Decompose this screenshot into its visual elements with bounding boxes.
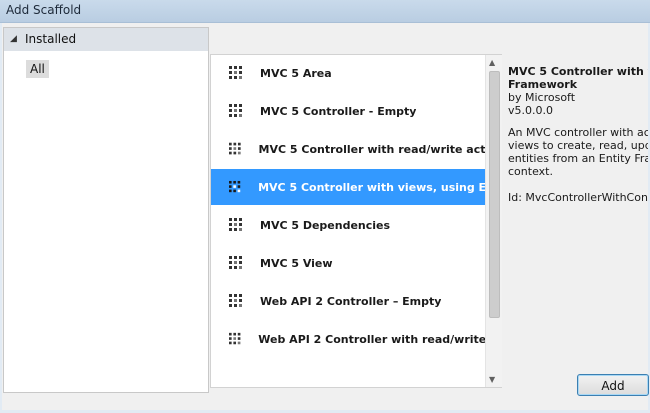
tree-node-installed[interactable]: ◢ Installed <box>4 28 208 51</box>
list-scrollbar[interactable]: ▲ ▼ <box>485 55 502 387</box>
scaffold-grid-icon <box>229 332 241 345</box>
scaffold-grid-icon <box>229 104 242 117</box>
category-tree: ◢ Installed All <box>3 27 209 393</box>
list-item-label: MVC 5 View <box>260 256 333 270</box>
title-bar: Add Scaffold <box>0 0 650 23</box>
scrollbar-thumb[interactable] <box>489 71 500 318</box>
list-item-mvc5-dependencies[interactable]: MVC 5 Dependencies <box>211 207 485 243</box>
list-item-mvc5-area[interactable]: MVC 5 Area <box>211 55 485 91</box>
list-item-label: MVC 5 Dependencies <box>260 218 391 232</box>
scaffold-list: MVC 5 Area MVC 5 Controller - Empty MVC … <box>210 54 502 388</box>
details-description-line: An MVC controller with actio <box>508 126 648 139</box>
details-title: MVC 5 Controller with view <box>508 65 648 78</box>
details-pane: MVC 5 Controller with view Framework by … <box>508 65 648 265</box>
collapse-triangle-icon[interactable]: ◢ <box>10 34 17 44</box>
scaffold-list-items: MVC 5 Area MVC 5 Controller - Empty MVC … <box>211 55 485 387</box>
details-description-line: views to create, read, update, <box>508 139 648 152</box>
window-title: Add Scaffold <box>6 3 82 17</box>
details-title-cont: Framework <box>508 78 578 91</box>
list-item-label: MVC 5 Area <box>260 66 332 80</box>
scaffold-grid-icon <box>229 142 241 155</box>
scaffold-grid-icon <box>229 256 242 269</box>
tree-node-all[interactable]: All <box>26 60 49 78</box>
dialog-body: ◢ Installed All MVC 5 Area MVC 5 Control… <box>2 23 649 410</box>
scaffold-grid-icon <box>229 294 242 307</box>
scaffold-grid-icon <box>229 66 242 79</box>
details-author: by Microsoft <box>508 91 576 104</box>
list-item-label: MVC 5 Controller with views, using Entit… <box>258 180 485 194</box>
list-item-webapi2-controller-empty[interactable]: Web API 2 Controller – Empty <box>211 283 485 319</box>
list-item-mvc5-controller-readwrite[interactable]: MVC 5 Controller with read/write actions <box>211 131 485 167</box>
list-item-webapi2-controller-readwrite[interactable]: Web API 2 Controller with read/write ac.… <box>211 321 485 357</box>
scaffold-grid-icon <box>229 218 242 231</box>
list-item-mvc5-controller-views-ef[interactable]: MVC 5 Controller with views, using Entit… <box>211 169 485 205</box>
scaffold-grid-icon <box>229 180 241 193</box>
details-version: v5.0.0.0 <box>508 104 553 117</box>
details-description-line: context. <box>508 165 553 178</box>
details-id: Id: MvcControllerWithContex <box>508 191 648 204</box>
list-item-mvc5-controller-empty[interactable]: MVC 5 Controller - Empty <box>211 93 485 129</box>
list-item-label: Web API 2 Controller – Empty <box>260 294 442 308</box>
list-item-label: MVC 5 Controller - Empty <box>260 104 417 118</box>
scroll-up-arrow-icon[interactable]: ▲ <box>489 58 495 67</box>
list-item-label: Web API 2 Controller with read/write ac.… <box>258 332 485 346</box>
list-item-mvc5-view[interactable]: MVC 5 View <box>211 245 485 281</box>
list-item-label: MVC 5 Controller with read/write actions <box>258 142 485 156</box>
scroll-down-arrow-icon[interactable]: ▼ <box>489 375 495 384</box>
tree-node-installed-label: Installed <box>25 32 77 46</box>
add-button[interactable]: Add <box>577 374 649 396</box>
details-description-line: entities from an Entity Frame <box>508 152 648 165</box>
